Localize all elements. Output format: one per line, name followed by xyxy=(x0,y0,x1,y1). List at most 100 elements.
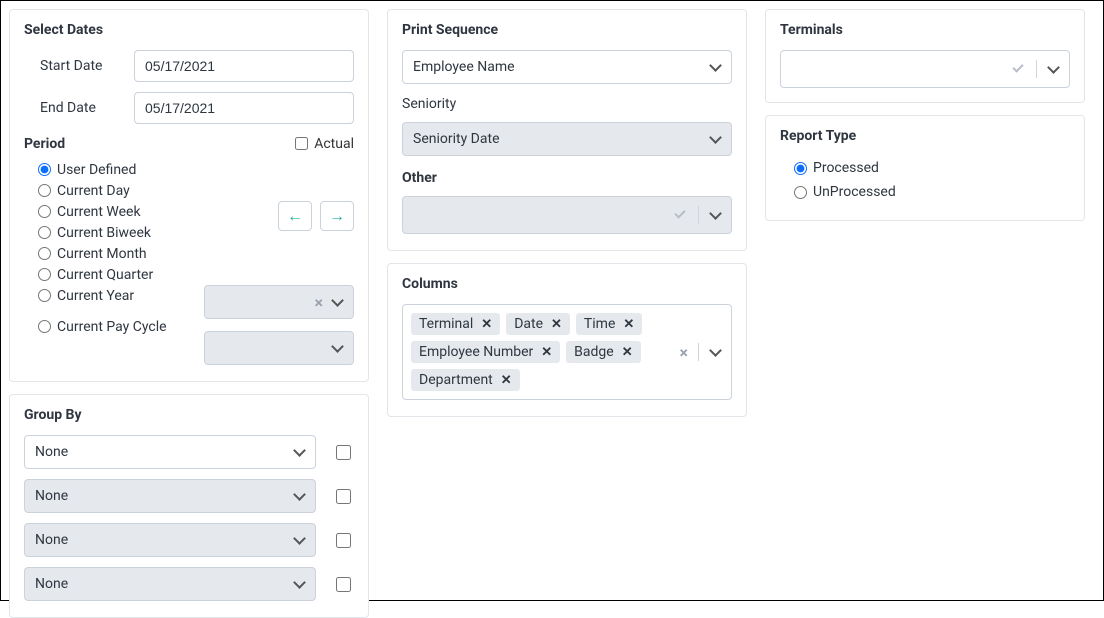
arrow-left-icon: ← xyxy=(287,206,303,226)
group-by-select-3[interactable]: None xyxy=(24,523,316,557)
chevron-down-icon xyxy=(293,490,305,502)
group-by-row-2: None xyxy=(24,479,354,513)
actual-checkbox-label[interactable]: Actual xyxy=(291,134,354,153)
end-date-row: End Date xyxy=(24,92,354,124)
chevron-down-icon xyxy=(293,446,305,458)
period-prev-button[interactable]: ← xyxy=(278,201,312,231)
remove-tag-icon[interactable]: ✕ xyxy=(501,373,512,388)
actual-checkbox[interactable] xyxy=(295,137,308,150)
report-type-unprocessed-radio[interactable] xyxy=(794,186,807,199)
period-current-day[interactable]: Current Day xyxy=(38,180,204,201)
period-current-month[interactable]: Current Month xyxy=(38,243,204,264)
chevron-down-icon xyxy=(709,346,721,358)
start-date-label: Start Date xyxy=(24,58,134,74)
other-multi-select[interactable] xyxy=(402,196,732,234)
print-sequence-panel: Print Sequence Employee Name Seniority S… xyxy=(387,9,747,251)
columns-panel: Columns Terminal ✕ Date ✕ Time ✕ xyxy=(387,263,747,417)
group-by-checkbox-2[interactable] xyxy=(336,489,351,504)
end-date-label: End Date xyxy=(24,100,134,116)
column-tag-badge: Badge ✕ xyxy=(566,341,640,363)
column-tag-time: Time ✕ xyxy=(576,313,642,335)
group-by-checkbox-1[interactable] xyxy=(336,445,351,460)
period-current-quarter[interactable]: Current Quarter xyxy=(38,264,204,285)
report-type-processed[interactable]: Processed xyxy=(780,156,1070,180)
seniority-select[interactable]: Seniority Date xyxy=(402,122,732,156)
remove-tag-icon[interactable]: ✕ xyxy=(551,317,562,332)
report-type-unprocessed[interactable]: UnProcessed xyxy=(780,180,1070,204)
chevron-down-icon xyxy=(1047,63,1059,75)
period-current-biweek-radio[interactable] xyxy=(38,226,51,239)
report-type-title: Report Type xyxy=(780,128,1070,144)
period-next-button[interactable]: → xyxy=(320,201,354,231)
chevron-down-icon xyxy=(331,296,343,308)
select-dates-title: Select Dates xyxy=(24,22,354,38)
actual-label-text: Actual xyxy=(314,136,354,152)
group-by-select-1[interactable]: None xyxy=(24,435,316,469)
columns-tags: Terminal ✕ Date ✕ Time ✕ Employee Number… xyxy=(403,305,670,399)
period-current-day-radio[interactable] xyxy=(38,184,51,197)
chevron-down-icon xyxy=(293,578,305,590)
period-user-defined-radio[interactable] xyxy=(38,163,51,176)
clear-icon[interactable]: × xyxy=(315,293,324,312)
period-current-pay-cycle-radio[interactable] xyxy=(38,320,51,333)
end-date-input[interactable] xyxy=(134,92,354,124)
terminals-title: Terminals xyxy=(780,22,1070,38)
terminals-multi-select[interactable] xyxy=(780,50,1070,88)
group-by-row-3: None xyxy=(24,523,354,557)
column-tag-terminal: Terminal ✕ xyxy=(411,313,500,335)
chevron-down-icon xyxy=(293,534,305,546)
period-current-year-radio[interactable] xyxy=(38,289,51,302)
start-date-row: Start Date xyxy=(24,50,354,82)
period-current-week[interactable]: Current Week xyxy=(38,201,204,222)
period-current-biweek[interactable]: Current Biweek xyxy=(38,222,204,243)
remove-tag-icon[interactable]: ✕ xyxy=(481,317,492,332)
group-by-panel: Group By None None None xyxy=(9,394,369,618)
column-tag-department: Department ✕ xyxy=(411,369,520,391)
group-by-select-2[interactable]: None xyxy=(24,479,316,513)
group-by-title: Group By xyxy=(24,407,354,423)
period-title: Period xyxy=(24,136,65,152)
chevron-down-icon xyxy=(709,209,721,221)
columns-multi-select[interactable]: Terminal ✕ Date ✕ Time ✕ Employee Number… xyxy=(402,304,732,400)
period-current-week-radio[interactable] xyxy=(38,205,51,218)
other-label: Other xyxy=(402,170,732,186)
quarter-year-select[interactable]: × xyxy=(204,285,354,319)
period-current-pay-cycle[interactable]: Current Pay Cycle xyxy=(38,316,204,337)
group-by-row-1: None xyxy=(24,435,354,469)
remove-tag-icon[interactable]: ✕ xyxy=(541,345,552,360)
columns-title: Columns xyxy=(402,276,732,292)
clear-all-icon[interactable]: × xyxy=(680,343,689,362)
remove-tag-icon[interactable]: ✕ xyxy=(623,317,634,332)
chevron-down-icon xyxy=(709,133,721,145)
start-date-input[interactable] xyxy=(134,50,354,82)
period-current-month-radio[interactable] xyxy=(38,247,51,260)
period-current-year[interactable]: Current Year xyxy=(38,285,204,306)
chevron-down-icon xyxy=(709,61,721,73)
column-tag-employee-number: Employee Number ✕ xyxy=(411,341,560,363)
period-right-controls: ← → × xyxy=(204,159,354,365)
pay-cycle-select[interactable] xyxy=(204,331,354,365)
period-current-quarter-radio[interactable] xyxy=(38,268,51,281)
print-sequence-select[interactable]: Employee Name xyxy=(402,50,732,84)
arrow-right-icon: → xyxy=(329,206,345,226)
group-by-select-4[interactable]: None xyxy=(24,567,316,601)
group-by-checkbox-4[interactable] xyxy=(336,577,351,592)
check-icon xyxy=(1012,64,1026,74)
report-type-processed-radio[interactable] xyxy=(794,162,807,175)
group-by-row-4: None xyxy=(24,567,354,601)
report-type-panel: Report Type Processed UnProcessed xyxy=(765,115,1085,221)
middle-column: Print Sequence Employee Name Seniority S… xyxy=(387,9,747,592)
terminals-panel: Terminals xyxy=(765,9,1085,103)
check-icon xyxy=(674,210,688,220)
select-dates-panel: Select Dates Start Date End Date Period … xyxy=(9,9,369,382)
left-column: Select Dates Start Date End Date Period … xyxy=(9,9,369,592)
print-sequence-title: Print Sequence xyxy=(402,22,732,38)
group-by-checkbox-3[interactable] xyxy=(336,533,351,548)
report-config-form: Select Dates Start Date End Date Period … xyxy=(0,0,1104,601)
remove-tag-icon[interactable]: ✕ xyxy=(622,345,633,360)
seniority-label: Seniority xyxy=(402,96,732,112)
chevron-down-icon xyxy=(331,342,343,354)
period-user-defined[interactable]: User Defined xyxy=(38,159,204,180)
column-tag-date: Date ✕ xyxy=(506,313,570,335)
period-area: User Defined Current Day Current Week Cu… xyxy=(24,159,354,365)
